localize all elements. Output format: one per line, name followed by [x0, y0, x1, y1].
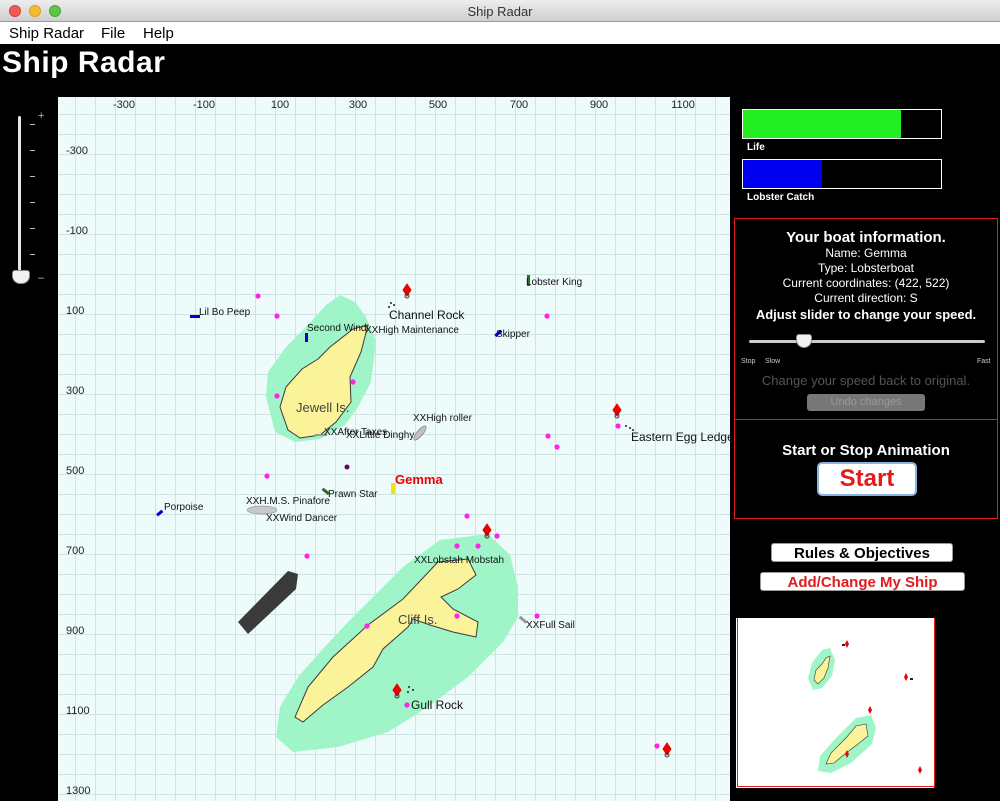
- mini-map-viewport: [737, 618, 935, 787]
- speed-label-slow: Slow: [765, 358, 781, 365]
- ship-porpoise: [156, 509, 164, 517]
- ship-label[interactable]: Prawn Star: [328, 489, 377, 500]
- ship-label[interactable]: Lil Bo Peep: [199, 307, 250, 318]
- x-tick-label: 900: [589, 99, 609, 111]
- speed-label-fast: Fast: [977, 358, 991, 365]
- zoom-out-label: –: [38, 272, 45, 284]
- ship-label[interactable]: XXWind Dancer: [266, 513, 337, 524]
- cliff-shoal: [276, 534, 518, 752]
- animation-panel: Start or Stop Animation Start: [734, 419, 998, 519]
- ship-large-vessel: [238, 571, 298, 634]
- x-tick-label: 700: [509, 99, 529, 111]
- x-tick-label: 300: [348, 99, 368, 111]
- x-tick-label: -100: [192, 99, 216, 111]
- lobster-catch-bar-fill: [743, 160, 823, 188]
- ship-label[interactable]: Second Wind: [307, 323, 366, 334]
- speed-label-stop: Stop: [741, 358, 756, 365]
- rules-objectives-button[interactable]: Rules & Objectives: [771, 543, 953, 562]
- undo-changes-button[interactable]: Undo changes: [807, 394, 925, 411]
- island-label-cliff: Cliff Is.: [398, 612, 438, 627]
- menu-help[interactable]: Help: [143, 25, 174, 42]
- x-tick-label: 500: [428, 99, 448, 111]
- animation-heading: Start or Stop Animation: [782, 442, 950, 459]
- y-tick-label: 700: [66, 545, 85, 557]
- change-speed-back-text: Change your speed back to original.: [761, 373, 971, 388]
- landmark-channel-rock: Channel Rock: [389, 308, 465, 322]
- life-label: Life: [747, 142, 765, 153]
- x-tick-label: 1100: [671, 99, 695, 111]
- y-tick-label: 500: [66, 465, 85, 477]
- menu-file[interactable]: File: [101, 25, 125, 42]
- ship-label[interactable]: XXH.M.S. Pinafore: [246, 496, 330, 507]
- window-title: Ship Radar: [467, 4, 533, 19]
- speed-instruction: Adjust slider to change your speed.: [755, 307, 977, 322]
- boat-info-heading: Your boat information.: [786, 229, 946, 246]
- menu-bar: Ship Radar File Help: [0, 22, 1000, 44]
- zoom-slider-thumb[interactable]: [12, 270, 30, 284]
- boat-type: Type: Lobsterboat: [817, 261, 915, 275]
- boat-name: Name: Gemma: [825, 246, 907, 260]
- x-tick-label: 100: [270, 99, 290, 111]
- boat-coordinates: Current coordinates: (422, 522): [782, 276, 950, 290]
- menu-ship-radar[interactable]: Ship Radar: [9, 25, 84, 42]
- ship-label[interactable]: XXHigh roller: [413, 413, 472, 424]
- y-tick-label: 900: [66, 625, 85, 637]
- y-tick-label: 1100: [66, 705, 90, 717]
- y-tick-label: 100: [66, 305, 85, 317]
- ship-label[interactable]: Porpoise: [164, 502, 203, 513]
- window-titlebar: Ship Radar: [0, 0, 1000, 22]
- mini-map[interactable]: [736, 618, 935, 788]
- zoom-tick: [30, 202, 35, 203]
- add-change-ship-button[interactable]: Add/Change My Ship: [760, 572, 965, 591]
- lobster-catch-label: Lobster Catch: [747, 192, 815, 203]
- app-title: Ship Radar: [2, 46, 166, 79]
- zoom-tick: [30, 254, 35, 255]
- life-bar: [742, 109, 942, 139]
- zoom-tick: [30, 150, 35, 151]
- landmark-eastern-egg-ledge: Eastern Egg Ledge: [631, 430, 730, 444]
- boat-direction: Current direction: S: [814, 291, 918, 305]
- ship-label-gemma[interactable]: Gemma: [395, 472, 443, 487]
- ship-second-wind: [305, 333, 308, 342]
- zoom-track[interactable]: [18, 116, 21, 281]
- radar-map[interactable]: -300 -100 100 300 500 700 900 1100 -300 …: [58, 97, 730, 801]
- boat-info-panel: Your boat information. Name: Gemma Type:…: [734, 218, 998, 420]
- ship-label[interactable]: XXLobstah Mobstah: [414, 555, 504, 566]
- landmark-gull-rock: Gull Rock: [411, 698, 464, 712]
- ship-label[interactable]: XXLittle Dinghy: [346, 430, 414, 441]
- zoom-tick: [30, 124, 35, 125]
- life-bar-fill: [743, 110, 902, 138]
- island-label-jewell: Jewell Is.: [296, 400, 350, 415]
- start-button[interactable]: Start: [817, 462, 917, 496]
- control-panel: Life Lobster Catch Your boat information…: [732, 97, 1000, 801]
- ship-label[interactable]: Skipper: [496, 329, 530, 340]
- y-tick-label: 1300: [66, 785, 91, 797]
- y-tick-label: -100: [66, 225, 89, 237]
- ship-label[interactable]: XXHigh Maintenance: [365, 325, 459, 336]
- ship-purple: [344, 464, 350, 470]
- speed-slider-thumb[interactable]: [796, 334, 812, 348]
- speed-slider-track[interactable]: [749, 340, 985, 343]
- zoom-in-label: +: [38, 110, 45, 122]
- map-graphics: [156, 275, 672, 758]
- ship-label[interactable]: Lobster King: [526, 277, 582, 288]
- ship-label[interactable]: XXFull Sail: [526, 620, 575, 631]
- zoom-tick: [30, 228, 35, 229]
- y-tick-label: 300: [66, 385, 85, 397]
- x-tick-label: -300: [112, 99, 136, 111]
- lobster-catch-bar: [742, 159, 942, 189]
- y-tick-label: -300: [66, 145, 89, 157]
- zoom-tick: [30, 176, 35, 177]
